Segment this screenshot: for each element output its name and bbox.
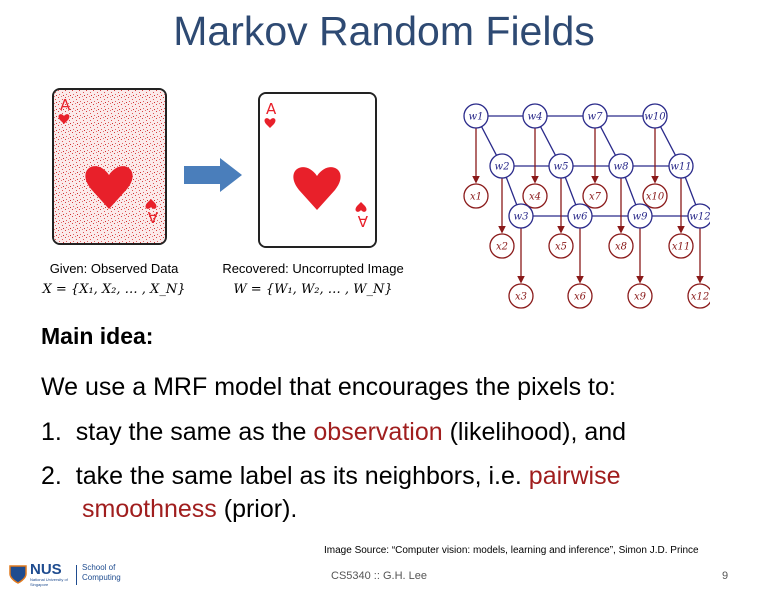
svg-text:x9: x9 [634, 292, 647, 303]
clean-card-graphic: A A [260, 94, 375, 246]
hidden-node: w4 [522, 103, 548, 129]
neighbor-edge [480, 126, 498, 156]
observed-node: x11 [668, 233, 694, 259]
svg-text:w4: w4 [528, 112, 543, 123]
hidden-node: w8 [608, 153, 634, 179]
svg-text:x7: x7 [589, 192, 602, 203]
observed-node: x4 [522, 183, 548, 209]
neighbor-edge [624, 176, 637, 206]
item-text: take the same label as its neighbors, i.… [75, 462, 529, 490]
svg-text:w2: w2 [495, 162, 510, 173]
hidden-node: w6 [567, 203, 593, 229]
logo-subtext: National University of Singapore [30, 577, 68, 587]
hidden-node: w5 [548, 153, 574, 179]
svg-text:x10: x10 [646, 192, 665, 203]
item-text: (prior). [216, 495, 298, 523]
crest-icon [9, 565, 27, 584]
item-text: (likelihood), and [442, 418, 627, 446]
svg-text:x8: x8 [615, 242, 627, 253]
item-highlight: pairwise [528, 462, 621, 490]
noisy-card-image: A A [52, 88, 167, 245]
item-number: 2. [41, 462, 62, 490]
logo-text: NUS [30, 561, 62, 578]
hidden-node: w12 [687, 203, 710, 229]
observed-node: x5 [548, 233, 574, 259]
neighbor-edge [505, 176, 518, 206]
school-line2: Computing [82, 573, 121, 582]
observed-node: x7 [582, 183, 608, 209]
svg-text:x4: x4 [529, 192, 541, 203]
item-highlight: smoothness [82, 495, 217, 523]
arrow-icon [184, 158, 242, 192]
observed-caption: Given: Observed Data [49, 261, 179, 276]
slide-title: Markov Random Fields [173, 8, 595, 54]
hidden-node: w11 [668, 153, 694, 179]
svg-text:x1: x1 [470, 192, 482, 203]
main-idea-heading: Main idea: [41, 323, 154, 349]
neighbor-edge [684, 176, 697, 206]
hidden-node: w7 [582, 103, 608, 129]
svg-text:w1: w1 [469, 112, 484, 123]
svg-text:w10: w10 [644, 112, 666, 123]
svg-text:x2: x2 [496, 242, 508, 253]
intro-text: We use a MRF model that encourages the p… [41, 373, 616, 401]
svg-text:x3: x3 [515, 292, 527, 303]
card-rank-tl: A [266, 100, 277, 118]
item-number: 1. [41, 418, 62, 446]
card-rank-tl: A [60, 96, 71, 114]
list-item: 2. take the same label as its neighbors,… [41, 462, 621, 491]
nus-logo: NUS National University of Singapore Sch… [8, 561, 128, 587]
item-text: stay the same as the [75, 418, 314, 446]
svg-text:w6: w6 [573, 212, 589, 223]
school-line1: School of [82, 563, 116, 572]
svg-text:w8: w8 [614, 162, 629, 173]
neighbor-edge [564, 176, 577, 206]
svg-text:x11: x11 [672, 242, 690, 253]
card-rank-br: A [147, 208, 158, 226]
hidden-node: w2 [489, 153, 515, 179]
observed-node: x1 [463, 183, 489, 209]
observed-node: x9 [627, 283, 653, 309]
noisy-card-graphic: A A [54, 90, 165, 243]
list-item-continuation: smoothness (prior). [82, 495, 297, 524]
list-item: 1. stay the same as the observation (lik… [41, 418, 626, 447]
logo-divider [76, 565, 77, 585]
page-number: 9 [722, 570, 729, 582]
svg-text:w7: w7 [588, 112, 604, 123]
svg-text:x5: x5 [555, 242, 567, 253]
svg-text:x6: x6 [574, 292, 587, 303]
hidden-node: w3 [508, 203, 534, 229]
observed-node: x12 [687, 283, 710, 309]
neighbor-edge [599, 126, 617, 156]
observed-node: x8 [608, 233, 634, 259]
observed-node: x2 [489, 233, 515, 259]
course-label: CS5340 :: G.H. Lee [331, 570, 427, 582]
hidden-node: w1 [463, 103, 489, 129]
svg-text:x12: x12 [691, 292, 709, 303]
svg-text:w12: w12 [689, 212, 710, 223]
mrf-graph: x1 x2 x3 x4 x5 x6 x7 x8 x9 x10 x11 x12 w1 w2 w3 w4 w5 w6 w… [463, 103, 710, 309]
observed-node: x10 [642, 183, 668, 209]
neighbor-edge [539, 126, 557, 156]
recovered-caption: Recovered: Uncorrupted Image [222, 261, 404, 276]
item-highlight: observation [313, 418, 443, 446]
svg-text:w3: w3 [514, 212, 529, 223]
observed-node: x6 [567, 283, 593, 309]
svg-text:w11: w11 [670, 162, 691, 173]
hidden-node: w9 [627, 203, 653, 229]
neighbor-edge [659, 126, 677, 156]
image-source-text: Image Source: “Computer vision: models, … [324, 545, 699, 556]
hidden-node: w10 [642, 103, 668, 129]
card-rank-br: A [357, 212, 368, 230]
clean-card-image: A A [258, 92, 377, 248]
recovered-formula: W = {W₁, W₂, … , W_N} [233, 282, 393, 297]
observed-formula: X = {X₁, X₂, … , X_N} [42, 282, 186, 297]
observed-node: x3 [508, 283, 534, 309]
svg-text:w9: w9 [633, 212, 649, 223]
graph-nodes: x1 x2 x3 x4 x5 x6 x7 x8 x9 x10 x11 x12 w1 w2 w3 w4 w5 w6 w… [463, 103, 710, 309]
svg-text:w5: w5 [554, 162, 569, 173]
